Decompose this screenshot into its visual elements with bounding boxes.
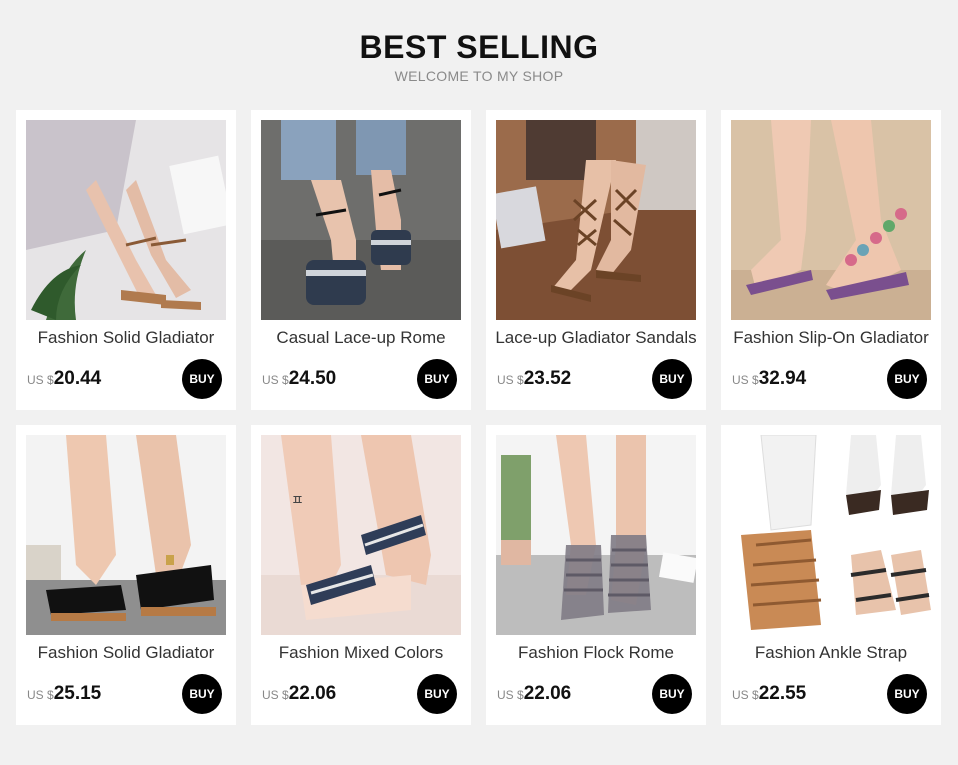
page-title: BEST SELLING	[359, 29, 599, 65]
price-amount: 24.50	[288, 368, 337, 389]
svg-text:ㅍ: ㅍ	[291, 493, 304, 509]
buy-button[interactable]: BUY	[652, 674, 692, 714]
product-card[interactable]: Lace-up Gladiator Sandals US $23.52 BUY	[486, 110, 706, 410]
product-price: US $20.44	[27, 368, 101, 390]
product-name[interactable]: Lace-up Gladiator Sandals	[486, 328, 706, 348]
product-name[interactable]: Fashion Mixed Colors	[251, 643, 471, 663]
product-price: US $24.50	[262, 368, 336, 390]
price-amount: 22.06	[288, 683, 337, 704]
price-amount: 25.15	[53, 683, 102, 704]
buy-button[interactable]: BUY	[182, 359, 222, 399]
currency-label: US $	[262, 688, 289, 702]
product-card[interactable]: Fashion Solid Gladiator US $20.44 BUY	[16, 110, 236, 410]
price-amount: 32.94	[758, 368, 807, 389]
price-amount: 22.55	[758, 683, 807, 704]
price-amount: 22.06	[523, 683, 572, 704]
product-name[interactable]: Fashion Solid Gladiator	[16, 328, 236, 348]
product-price: US $32.94	[732, 368, 806, 390]
product-image[interactable]	[496, 435, 696, 635]
product-image[interactable]	[731, 120, 931, 320]
buy-button[interactable]: BUY	[182, 674, 222, 714]
product-price: US $22.06	[497, 683, 571, 705]
buy-button[interactable]: BUY	[417, 674, 457, 714]
product-image[interactable]	[26, 120, 226, 320]
product-card[interactable]: Fashion Solid Gladiator US $25.15 BUY	[16, 425, 236, 725]
page-subtitle: WELCOME TO MY SHOP	[394, 68, 564, 84]
product-card[interactable]: ㅍ Fashion Mixed Colors US $22.06 BUY	[251, 425, 471, 725]
product-image[interactable]: ㅍ	[261, 435, 461, 635]
page-header: BEST SELLING WELCOME TO MY SHOP	[0, 0, 958, 84]
product-price: US $22.55	[732, 683, 806, 705]
product-price: US $25.15	[27, 683, 101, 705]
product-card[interactable]: Fashion Ankle Strap US $22.55 BUY	[721, 425, 941, 725]
product-image[interactable]	[26, 435, 226, 635]
product-price: US $23.52	[497, 368, 571, 390]
product-name[interactable]: Fashion Ankle Strap	[721, 643, 941, 663]
currency-label: US $	[27, 373, 54, 387]
product-card[interactable]: Casual Lace-up Rome US $24.50 BUY	[251, 110, 471, 410]
product-name[interactable]: Fashion Flock Rome	[486, 643, 706, 663]
product-image[interactable]	[731, 435, 931, 635]
product-name[interactable]: Fashion Solid Gladiator	[16, 643, 236, 663]
buy-button[interactable]: BUY	[887, 674, 927, 714]
product-image[interactable]	[261, 120, 461, 320]
buy-button[interactable]: BUY	[417, 359, 457, 399]
product-card[interactable]: Fashion Flock Rome US $22.06 BUY	[486, 425, 706, 725]
buy-button[interactable]: BUY	[887, 359, 927, 399]
buy-button[interactable]: BUY	[652, 359, 692, 399]
price-amount: 20.44	[53, 368, 102, 389]
currency-label: US $	[27, 688, 54, 702]
currency-label: US $	[497, 373, 524, 387]
currency-label: US $	[262, 373, 289, 387]
currency-label: US $	[732, 373, 759, 387]
currency-label: US $	[732, 688, 759, 702]
price-amount: 23.52	[523, 368, 572, 389]
product-card[interactable]: Fashion Slip-On Gladiator US $32.94 BUY	[721, 110, 941, 410]
product-price: US $22.06	[262, 683, 336, 705]
product-image[interactable]	[496, 120, 696, 320]
product-name[interactable]: Fashion Slip-On Gladiator	[721, 328, 941, 348]
currency-label: US $	[497, 688, 524, 702]
product-name[interactable]: Casual Lace-up Rome	[251, 328, 471, 348]
